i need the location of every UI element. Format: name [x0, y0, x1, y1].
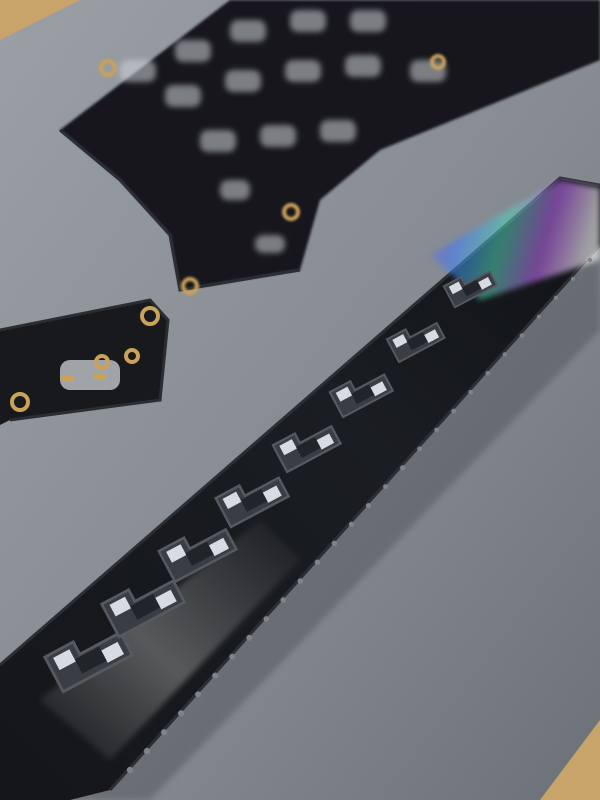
sprocket-hole: [143, 747, 151, 755]
sprocket-hole: [297, 578, 304, 584]
sprocket-hole: [263, 616, 270, 622]
sprocket-hole: [246, 634, 253, 641]
sprocket-hole: [365, 503, 372, 509]
sprocket-hole: [161, 729, 168, 736]
sprocket-hole: [485, 371, 491, 376]
sprocket-hole: [536, 314, 542, 319]
sprocket-hole: [314, 559, 321, 565]
sprocket-hole: [195, 691, 202, 698]
sprocket-hole: [178, 710, 185, 717]
sprocket-hole: [417, 446, 422, 452]
sprocket-hole: [229, 653, 236, 660]
sprocket-hole: [571, 276, 575, 281]
sprocket-hole: [348, 521, 355, 528]
sprocket-hole: [331, 540, 338, 546]
sprocket-hole: [468, 389, 474, 395]
sprocket-hole: [126, 766, 134, 774]
sprocket-hole: [400, 465, 406, 471]
sprocket-hole: [434, 427, 440, 433]
sprocket-hole: [383, 484, 389, 490]
sprocket-hole: [519, 333, 525, 338]
photo-scene: [0, 0, 600, 800]
sprocket-hole: [502, 352, 507, 357]
sprocket-hole: [212, 672, 219, 679]
sprocket-hole: [280, 597, 287, 603]
sprocket-hole: [451, 408, 457, 414]
sprocket-hole: [588, 258, 592, 262]
sprocket-hole: [553, 295, 559, 300]
